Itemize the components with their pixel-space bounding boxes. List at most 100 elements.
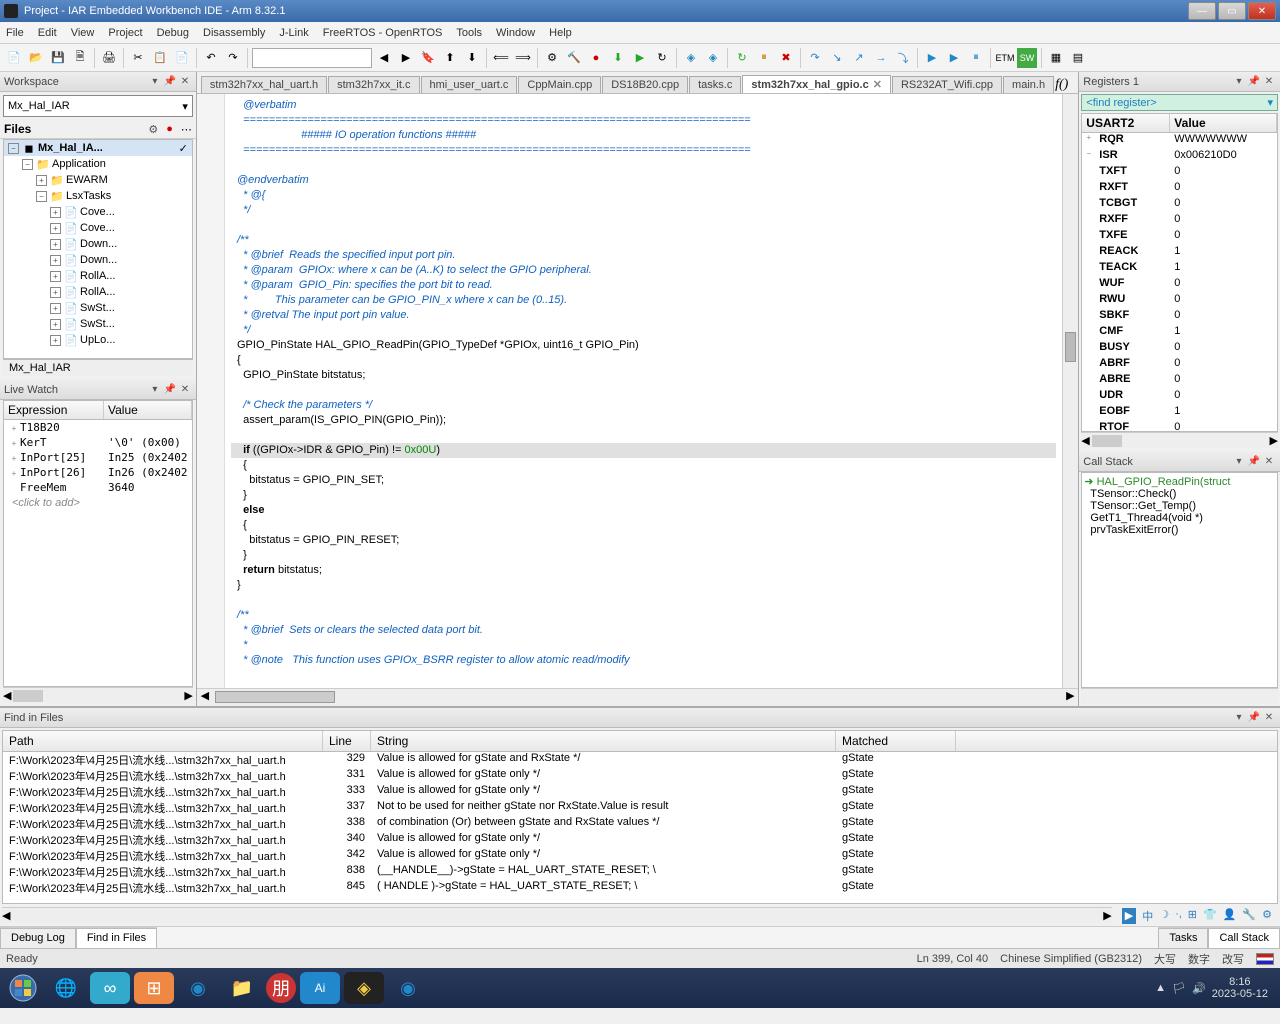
editor-tab[interactable]: stm32h7xx_hal_uart.h [201,76,327,93]
compile-icon[interactable]: ⚙ [542,48,562,68]
tray-date[interactable]: 2023-05-12 [1212,988,1268,1000]
menu-freertosopenrtos[interactable]: FreeRTOS - OpenRTOS [323,27,443,39]
menu-edit[interactable]: Edit [38,27,57,39]
explorer-icon[interactable]: 📁 [222,972,262,1004]
register-row[interactable]: TCBGT0 [1082,197,1277,213]
panel-close-icon[interactable]: ✕ [178,75,192,89]
tree-row[interactable]: −📁Application [4,156,192,172]
cube2-icon[interactable]: ◈ [703,48,723,68]
livewatch-row[interactable]: +T18B20 [4,420,192,435]
undo-icon[interactable]: ↶ [201,48,221,68]
register-row[interactable]: ABRE0 [1082,373,1277,389]
editor-tab[interactable]: hmi_user_uart.c [421,76,518,93]
tray-action-icon[interactable]: 🏳 [1172,982,1186,995]
register-row[interactable]: REACK1 [1082,245,1277,261]
menu-disassembly[interactable]: Disassembly [203,27,265,39]
flag-icon[interactable] [1256,953,1274,965]
tab-close-icon[interactable]: ✕ [873,79,882,91]
tree-row[interactable]: +📄RollA... [4,268,192,284]
misc1-icon[interactable]: ▦ [1046,48,1066,68]
register-row[interactable]: +RQRWWWWWWW [1082,133,1277,149]
tree-row[interactable]: +📄Cove... [4,204,192,220]
panel-dropdown-icon[interactable]: ▾ [148,75,162,89]
livewatch-row[interactable]: +InPort[25]In25 (0x2402 [4,450,192,465]
hscrollbar[interactable]: ◀ ▶ [197,688,1078,706]
step-over-icon[interactable]: ↷ [805,48,825,68]
callstack-row[interactable]: GetT1_Thread4(void *) [1084,512,1275,524]
cube-icon[interactable]: ◈ [681,48,701,68]
redo-icon[interactable]: ↷ [223,48,243,68]
fif-row[interactable]: F:\Work\2023年\4月25日\流水线...\stm32h7xx_hal… [3,864,1277,880]
fif-row[interactable]: F:\Work\2023年\4月25日\流水线...\stm32h7xx_hal… [3,800,1277,816]
tree-row[interactable]: −◼Mx_Hal_IA...✓ [4,140,192,156]
tray-up-icon[interactable]: ▲ [1155,982,1166,994]
gear2-icon[interactable]: ⚙ [1262,908,1272,924]
swo-icon[interactable]: SW [1017,48,1037,68]
hscrollbar[interactable] [1081,688,1278,704]
tree-row[interactable]: +📄Down... [4,252,192,268]
panel-dropdown-icon[interactable]: ▾ [1232,75,1246,89]
tree-row[interactable]: +📄RollA... [4,284,192,300]
find-prev-icon[interactable]: ◀ [374,48,394,68]
rec-icon[interactable]: ● [166,123,173,135]
editor-tab[interactable]: DS18B20.cpp [602,76,688,93]
run-icon[interactable]: ▶ [922,48,942,68]
copy-icon[interactable]: 📋 [150,48,170,68]
panel-dropdown-icon[interactable]: ▾ [148,383,162,397]
diamond-icon[interactable]: ◈ [344,972,384,1004]
red-circle-icon[interactable]: 朋 [266,973,296,1003]
print-icon[interactable]: 🖨 [99,48,119,68]
pause-icon[interactable]: ⏸ [966,48,986,68]
nav-back-icon[interactable]: ⟸ [491,48,511,68]
livewatch-row[interactable]: +InPort[26]In26 (0x2402 [4,465,192,480]
livewatch-add[interactable]: <click to add> [4,495,192,511]
find-next-icon[interactable]: ▶ [396,48,416,68]
callstack-row[interactable]: TSensor::Get_Temp() [1084,500,1275,512]
callstack-row[interactable]: prvTaskExitError() [1084,524,1275,536]
panel-close-icon[interactable]: ✕ [1262,75,1276,89]
tree-row[interactable]: −📁LsxTasks [4,188,192,204]
panel-pin-icon[interactable]: 📌 [1247,75,1261,89]
fif-row[interactable]: F:\Work\2023年\4月25日\流水线...\stm32h7xx_hal… [3,768,1277,784]
livewatch-row[interactable]: FreeMem3640 [4,480,192,495]
break-icon[interactable]: ⏸ [754,48,774,68]
cut-icon[interactable]: ✂ [128,48,148,68]
gear-icon[interactable]: ⚙ [148,123,158,136]
ch-icon[interactable]: 中 [1142,908,1153,924]
col-reg-value[interactable]: Value [1170,114,1277,132]
menu-debug[interactable]: Debug [157,27,189,39]
dots-icon[interactable]: ⋯ [181,123,192,136]
fif-row[interactable]: F:\Work\2023年\4月25日\流水线...\stm32h7xx_hal… [3,816,1277,832]
go-icon[interactable]: ↻ [732,48,752,68]
ai-icon[interactable]: Ai [300,972,340,1004]
panel-pin-icon[interactable]: 📌 [1247,455,1261,469]
register-row[interactable]: EOBF1 [1082,405,1277,421]
person-icon[interactable]: 👤 [1223,908,1237,924]
debug-icon[interactable]: ▶ [630,48,650,68]
minimize-button[interactable]: — [1188,2,1216,20]
wrench-icon[interactable]: 🔧 [1242,908,1256,924]
run-cursor-icon[interactable]: ⤵ [893,48,913,68]
editor-tab[interactable]: stm32h7xx_it.c [328,76,419,93]
menu-view[interactable]: View [71,27,95,39]
fif-col[interactable]: Path [3,731,323,751]
semi-icon[interactable]: ·, [1175,908,1182,924]
callstack-list[interactable]: ➜ HAL_GPIO_ReadPin(struct TSensor::Check… [1081,472,1278,688]
register-row[interactable]: RXFF0 [1082,213,1277,229]
register-row[interactable]: RXFT0 [1082,181,1277,197]
save-icon[interactable]: 💾 [48,48,68,68]
toggle-bp-icon[interactable]: ● [586,48,606,68]
register-row[interactable]: RWU0 [1082,293,1277,309]
close-button[interactable]: ✕ [1248,2,1276,20]
tree-row[interactable]: +📄SwSt... [4,316,192,332]
etm-icon[interactable]: ETM [995,48,1015,68]
findinfiles-table[interactable]: PathLineStringMatched F:\Work\2023年\4月25… [2,730,1278,904]
fif-col[interactable]: String [371,731,836,751]
register-row[interactable]: SBKF0 [1082,309,1277,325]
make-icon[interactable]: 🔨 [564,48,584,68]
menu-tools[interactable]: Tools [456,27,482,39]
editor-tab[interactable]: tasks.c [689,76,741,93]
menu-jlink[interactable]: J-Link [279,27,308,39]
fif-row[interactable]: F:\Work\2023年\4月25日\流水线...\stm32h7xx_hal… [3,848,1277,864]
fif-row[interactable]: F:\Work\2023年\4月25日\流水线...\stm32h7xx_hal… [3,784,1277,800]
